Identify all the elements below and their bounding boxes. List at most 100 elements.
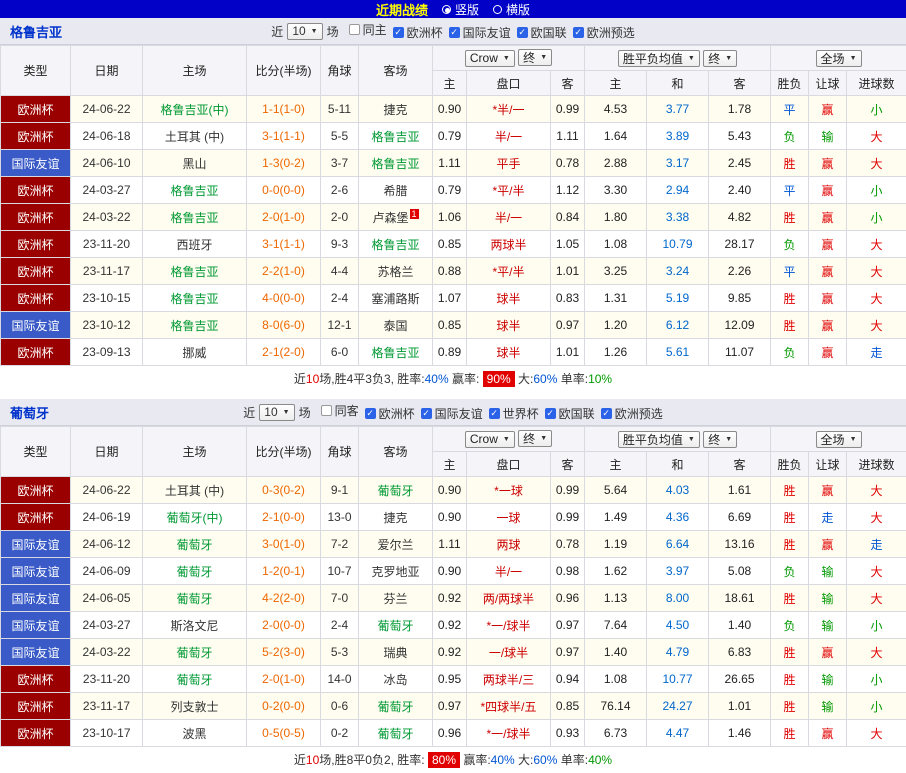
scope-group: 全场▼ bbox=[771, 46, 906, 71]
team-name[interactable]: 格鲁吉亚 bbox=[10, 22, 62, 41]
handicap-odds-home: 0.90 bbox=[433, 504, 467, 531]
home-team: 土耳其 (中) bbox=[143, 123, 247, 150]
avg-final-select[interactable]: 终▼ bbox=[703, 50, 737, 67]
goals-result: 大 bbox=[847, 477, 906, 504]
view-option-vertical[interactable]: 竖版 bbox=[442, 1, 479, 18]
competition-type: 欧洲杯 bbox=[1, 177, 71, 204]
match-row: 欧洲杯24-06-19葡萄牙(中)2-1(0-0)13-0捷克0.90一球0.9… bbox=[1, 504, 906, 531]
competition-type: 欧洲杯 bbox=[1, 96, 71, 123]
handicap-result: 赢 bbox=[809, 639, 847, 666]
col-header-hcap-away: 客 bbox=[551, 452, 585, 477]
goals-result: 小 bbox=[847, 177, 906, 204]
result: 胜 bbox=[771, 531, 809, 558]
handicap-odds-home: 0.92 bbox=[433, 585, 467, 612]
recent-label-suffix: 场 bbox=[299, 404, 311, 421]
handicap-line: *平/半 bbox=[467, 258, 551, 285]
result: 负 bbox=[771, 123, 809, 150]
match-row: 欧洲杯24-03-27格鲁吉亚0-0(0-0)2-6希腊0.79*平/半1.12… bbox=[1, 177, 906, 204]
handicap-odds-away: 1.01 bbox=[551, 258, 585, 285]
away-team: 冰岛 bbox=[359, 666, 433, 693]
filters-bar: 近 10▼ 场 同客欧洲杯国际友谊世界杯欧国联欧洲预选 bbox=[243, 402, 662, 422]
odds-final-select[interactable]: 终▼ bbox=[518, 430, 552, 447]
filter-checkbox-欧洲预选[interactable]: 欧洲预选 bbox=[601, 405, 663, 422]
competition-type: 国际友谊 bbox=[1, 639, 71, 666]
filter-checkbox-世界杯[interactable]: 世界杯 bbox=[489, 405, 539, 422]
view-option-horizontal[interactable]: 横版 bbox=[493, 1, 530, 18]
competition-type: 国际友谊 bbox=[1, 585, 71, 612]
handicap-odds-away: 0.83 bbox=[551, 285, 585, 312]
handicap-line: 两球半/三 bbox=[467, 666, 551, 693]
home-team: 列支敦士 bbox=[143, 693, 247, 720]
chevron-down-icon: ▼ bbox=[688, 55, 695, 62]
corners: 2-0 bbox=[321, 204, 359, 231]
match-date: 23-10-17 bbox=[71, 720, 143, 747]
recent-count-select[interactable]: 10▼ bbox=[287, 23, 322, 40]
chevron-down-icon: ▼ bbox=[725, 55, 732, 62]
corners: 6-0 bbox=[321, 339, 359, 366]
filter-checkbox-欧国联[interactable]: 欧国联 bbox=[545, 405, 595, 422]
filter-checkbox-国际友谊[interactable]: 国际友谊 bbox=[421, 405, 483, 422]
odds-provider-select[interactable]: Crow▼ bbox=[465, 50, 515, 67]
corners: 4-4 bbox=[321, 258, 359, 285]
filter-label: 欧洲杯 bbox=[379, 405, 415, 422]
chevron-down-icon: ▼ bbox=[688, 436, 695, 443]
summary-segment: 60% bbox=[533, 372, 557, 386]
goals-result: 走 bbox=[847, 339, 906, 366]
handicap-odds-home: 0.88 bbox=[433, 258, 467, 285]
match-row: 欧洲杯23-11-17列支敦士0-2(0-0)0-6葡萄牙0.97*四球半/五0… bbox=[1, 693, 906, 720]
filter-checkbox-国际友谊[interactable]: 国际友谊 bbox=[449, 24, 511, 41]
avg-odds-home: 1.26 bbox=[585, 339, 647, 366]
col-header-avg-draw: 和 bbox=[647, 452, 709, 477]
competition-type: 欧洲杯 bbox=[1, 720, 71, 747]
checkbox-icon bbox=[365, 408, 376, 419]
result: 负 bbox=[771, 231, 809, 258]
matches-table: 类型 日期 主场 比分(半场) 角球 客场 Crow▼ 终▼ 胜平负均值▼ 终▼… bbox=[0, 45, 906, 366]
filter-checkbox-欧国联[interactable]: 欧国联 bbox=[517, 24, 567, 41]
handicap-odds-away: 0.97 bbox=[551, 639, 585, 666]
result: 负 bbox=[771, 558, 809, 585]
avg-odds-select[interactable]: 胜平负均值▼ bbox=[618, 431, 700, 448]
chevron-down-icon: ▼ bbox=[540, 54, 547, 61]
competition-type: 国际友谊 bbox=[1, 312, 71, 339]
match-row: 国际友谊24-03-22葡萄牙5-2(3-0)5-3瑞典0.92一/球半0.97… bbox=[1, 639, 906, 666]
filter-checkbox-欧洲杯[interactable]: 欧洲杯 bbox=[365, 405, 415, 422]
filter-checkbox-同主[interactable]: 同主 bbox=[349, 21, 387, 38]
avg-odds-home: 1.19 bbox=[585, 531, 647, 558]
home-team: 西班牙 bbox=[143, 231, 247, 258]
recent-label: 近 bbox=[271, 23, 283, 40]
avg-odds-home: 1.08 bbox=[585, 231, 647, 258]
team-name[interactable]: 葡萄牙 bbox=[10, 403, 49, 422]
scope-select[interactable]: 全场▼ bbox=[816, 50, 862, 67]
section-header: 格鲁吉亚 近 10▼ 场 同主欧洲杯国际友谊欧国联欧洲预选 bbox=[0, 18, 906, 45]
avg-odds-select[interactable]: 胜平负均值▼ bbox=[618, 50, 700, 67]
handicap-result: 赢 bbox=[809, 150, 847, 177]
recent-count-select[interactable]: 10▼ bbox=[259, 404, 294, 421]
corners: 7-0 bbox=[321, 585, 359, 612]
home-team: 葡萄牙 bbox=[143, 531, 247, 558]
match-date: 23-10-12 bbox=[71, 312, 143, 339]
scope-select[interactable]: 全场▼ bbox=[816, 431, 862, 448]
filter-checkbox-欧洲预选[interactable]: 欧洲预选 bbox=[573, 24, 635, 41]
filter-checkbox-同客[interactable]: 同客 bbox=[321, 402, 359, 419]
avg-final-select[interactable]: 终▼ bbox=[703, 431, 737, 448]
away-team: 希腊 bbox=[359, 177, 433, 204]
chevron-down-icon: ▼ bbox=[311, 28, 318, 35]
handicap-line: 两球半 bbox=[467, 231, 551, 258]
odds-provider-select[interactable]: Crow▼ bbox=[465, 431, 515, 448]
result: 胜 bbox=[771, 585, 809, 612]
score: 3-1(1-1) bbox=[247, 231, 321, 258]
filter-checkbox-欧洲杯[interactable]: 欧洲杯 bbox=[393, 24, 443, 41]
handicap-odds-home: 0.96 bbox=[433, 720, 467, 747]
chevron-down-icon: ▼ bbox=[725, 436, 732, 443]
goals-result: 大 bbox=[847, 123, 906, 150]
handicap-odds-home: 0.89 bbox=[433, 339, 467, 366]
score: 3-1(1-1) bbox=[247, 123, 321, 150]
summary-segment: 10 bbox=[306, 372, 319, 386]
goals-result: 大 bbox=[847, 150, 906, 177]
match-row: 欧洲杯23-11-20葡萄牙2-0(1-0)14-0冰岛0.95两球半/三0.9… bbox=[1, 666, 906, 693]
odds-final-select[interactable]: 终▼ bbox=[518, 49, 552, 66]
summary-segment: 单率: bbox=[557, 372, 588, 386]
handicap-odds-away: 0.96 bbox=[551, 585, 585, 612]
checkbox-icon bbox=[421, 408, 432, 419]
score: 0-0(0-0) bbox=[247, 177, 321, 204]
